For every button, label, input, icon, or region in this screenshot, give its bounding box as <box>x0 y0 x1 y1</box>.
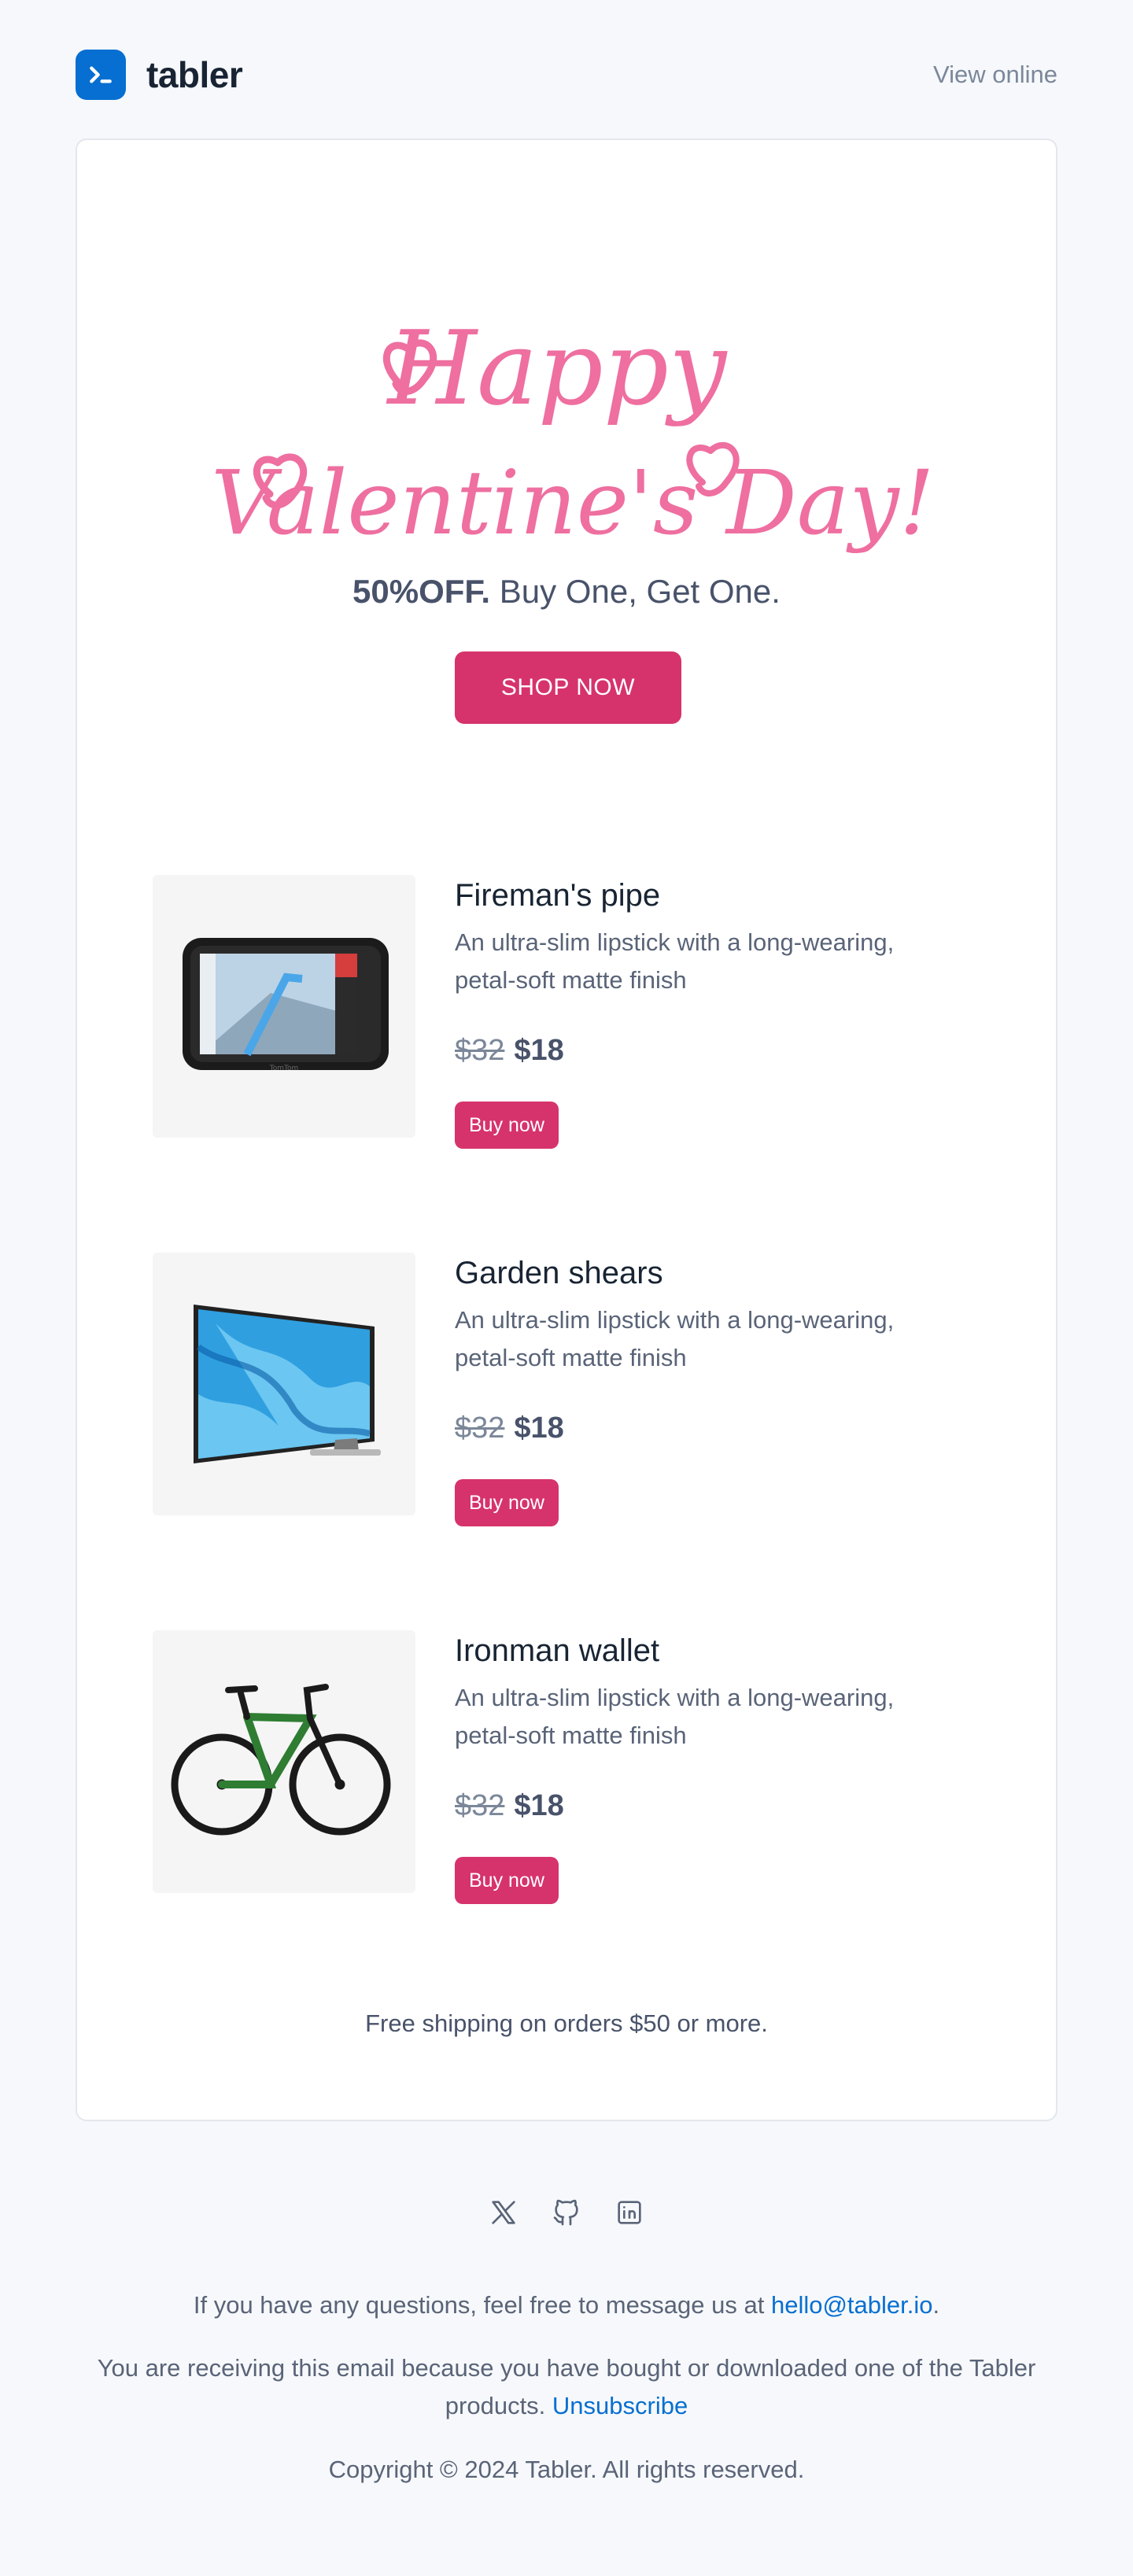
questions-line: If you have any questions, feel free to … <box>76 2286 1057 2324</box>
shipping-note: Free shipping on orders $50 or more. <box>365 2010 768 2037</box>
email-card: Happy Valentine's Day! 50%OFF. Buy One, … <box>76 138 1057 2121</box>
svg-text:TomTom: TomTom <box>269 1065 298 1072</box>
heading-happy: Happy <box>386 308 728 428</box>
linkedin-icon[interactable] <box>612 2195 647 2230</box>
brand-name: tabler <box>146 54 243 95</box>
product-price: $32 $18 <box>455 1786 984 1825</box>
product-name: Ironman wallet <box>455 1633 660 1668</box>
email-header: tabler View online <box>76 49 1057 101</box>
offer-bold: 50%OFF. <box>352 573 491 610</box>
new-price: $18 <box>514 1412 564 1445</box>
email-link[interactable]: hello@tabler.io <box>771 2291 933 2319</box>
bicycle-image[interactable] <box>153 1630 415 1893</box>
old-price: $32 <box>455 1412 505 1445</box>
buy-now-button[interactable]: Buy now <box>455 1857 559 1904</box>
old-price: $32 <box>455 1034 505 1067</box>
product-price: $32 $18 <box>455 1031 984 1070</box>
product-info: Fireman's pipe An ultra-slim lipstick wi… <box>455 875 984 1149</box>
product-price: $32 $18 <box>455 1408 984 1448</box>
new-price: $18 <box>514 1789 564 1822</box>
offer-rest: Buy One, Get One. <box>490 573 781 610</box>
product-item: TomTom Fireman's pipe An ultra-slim lips… <box>153 875 984 1190</box>
product-item: Garden shears An ultra-slim lipstick wit… <box>153 1253 984 1567</box>
shop-now-button[interactable]: SHOP NOW <box>455 651 681 724</box>
offer-text: 50%OFF. Buy One, Get One. <box>77 573 1056 611</box>
x-icon[interactable] <box>486 2195 521 2230</box>
tabler-logo-icon <box>76 50 126 100</box>
buy-now-button[interactable]: Buy now <box>455 1479 559 1526</box>
view-online-link[interactable]: View online <box>933 61 1057 89</box>
product-info: Ironman wallet An ultra-slim lipstick wi… <box>455 1630 984 1904</box>
social-links <box>0 2195 1133 2230</box>
brand[interactable]: tabler <box>76 50 243 100</box>
copyright: Copyright © 2024 Tabler. All rights rese… <box>328 2456 805 2483</box>
product-description: An ultra-slim lipstick with a long-weari… <box>455 1306 895 1371</box>
github-icon[interactable] <box>549 2195 584 2230</box>
product-name: Garden shears <box>455 1256 663 1290</box>
gps-navigator-image[interactable]: TomTom <box>153 875 415 1138</box>
television-image[interactable] <box>153 1253 415 1515</box>
product-description: An ultra-slim lipstick with a long-weari… <box>455 1684 895 1749</box>
receiving-line: You are receiving this email because you… <box>76 2349 1057 2425</box>
questions-text: If you have any questions, feel free to … <box>193 2291 771 2319</box>
product-description: An ultra-slim lipstick with a long-weari… <box>455 928 895 994</box>
new-price: $18 <box>514 1034 564 1067</box>
product-name: Fireman's pipe <box>455 878 661 913</box>
heading-valentines-day: Valentine's Day! <box>211 452 935 555</box>
product-info: Garden shears An ultra-slim lipstick wit… <box>455 1253 984 1526</box>
questions-end: . <box>932 2291 940 2319</box>
product-item: Ironman wallet An ultra-slim lipstick wi… <box>153 1630 984 1945</box>
buy-now-button[interactable]: Buy now <box>455 1102 559 1149</box>
old-price: $32 <box>455 1789 505 1822</box>
unsubscribe-link[interactable]: Unsubscribe <box>552 2392 688 2419</box>
